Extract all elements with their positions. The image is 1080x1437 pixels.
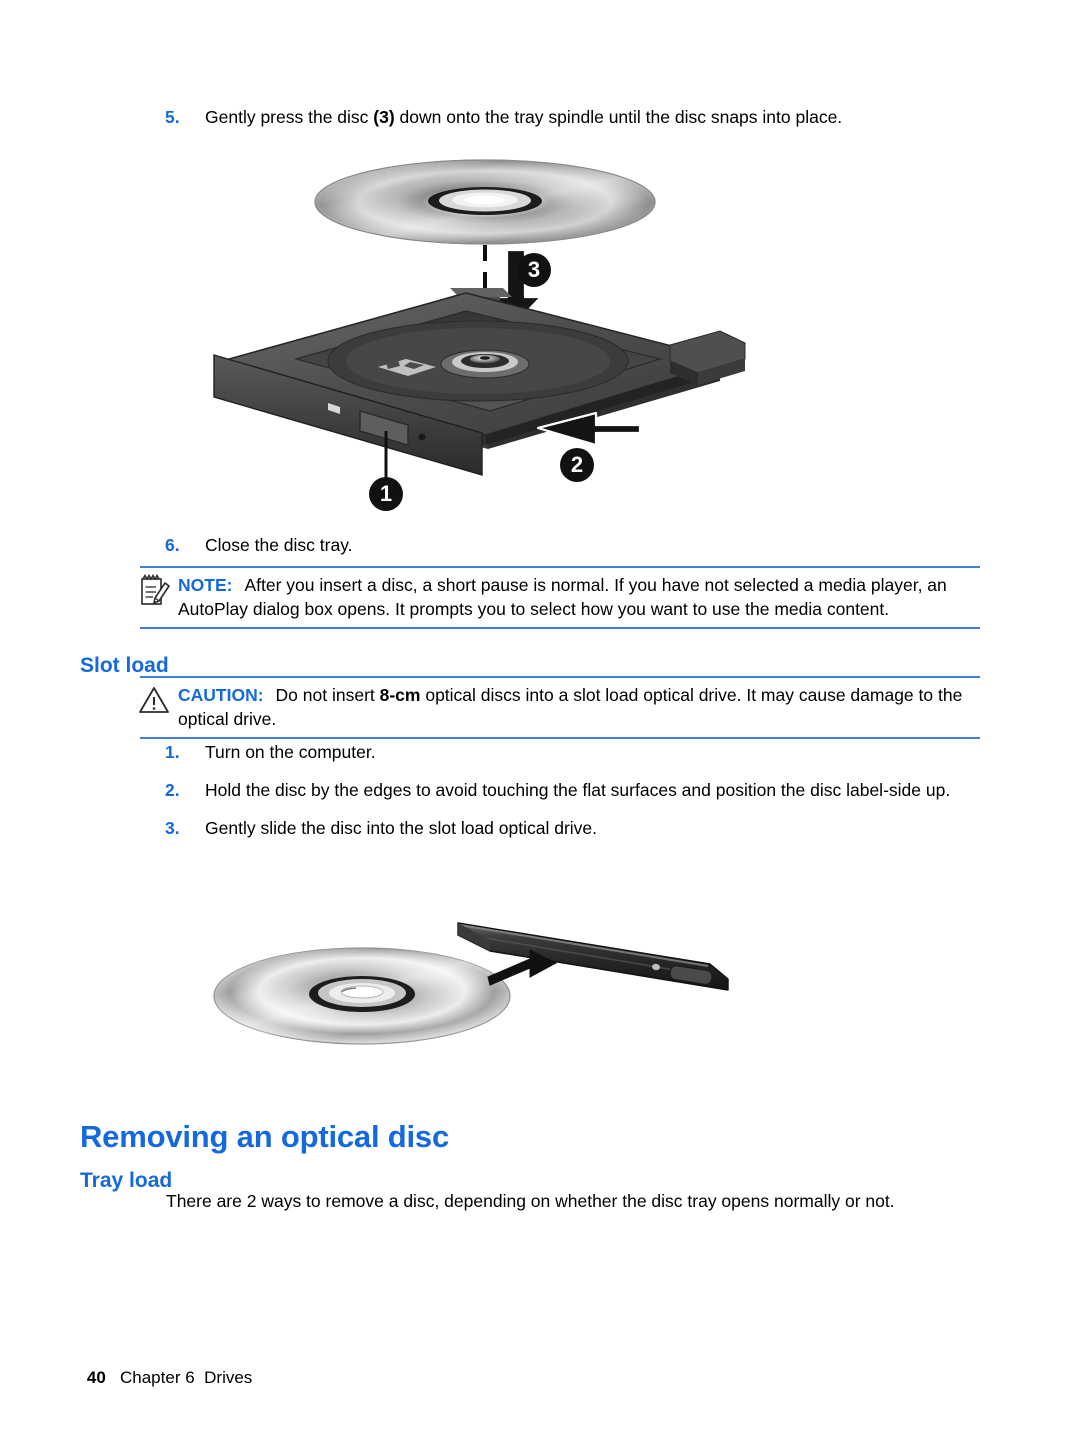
step5-text-after: down onto the tray spindle until the dis… xyxy=(394,107,843,127)
callout-3: 3 xyxy=(517,253,551,287)
list-item-text: Gently press the disc (3) down onto the … xyxy=(205,105,965,129)
list-item-number: 5. xyxy=(165,107,180,127)
list-item-number: 2. xyxy=(165,780,180,800)
list-item-text: Hold the disc by the edges to avoid touc… xyxy=(205,780,951,800)
slot-load-heading: Slot load xyxy=(80,654,169,678)
list-item: 5. Gently press the disc (3) down onto t… xyxy=(165,105,965,129)
list-item: 1. Turn on the computer. xyxy=(165,740,965,764)
note-text: After you insert a disc, a short pause i… xyxy=(178,575,947,619)
callout-1: 1 xyxy=(369,477,403,511)
list-item-number: 6. xyxy=(165,535,180,555)
warning-triangle-icon xyxy=(138,684,172,718)
caution-body: CAUTION: Do not insert 8-cm optical discs… xyxy=(138,683,980,731)
footer-chapter: Chapter 6 xyxy=(120,1368,195,1387)
svg-text:3: 3 xyxy=(528,257,540,282)
note-keyword: NOTE: xyxy=(178,575,233,595)
svg-text:1: 1 xyxy=(380,481,392,506)
page-footer: 40 Chapter 6 Drives xyxy=(68,1348,252,1408)
tray-load-optical-drive-illustration: 1 2 3 xyxy=(200,145,760,515)
drive-rear-tab xyxy=(669,330,746,385)
caution-emphasis: 8-cm xyxy=(379,685,421,705)
tray-load-paragraph: There are 2 ways to remove a disc, depen… xyxy=(166,1191,895,1211)
list-item-text: Turn on the computer. xyxy=(205,742,376,762)
list-item-number: 3. xyxy=(165,818,180,838)
list-item: 3. Gently slide the disc into the slot l… xyxy=(165,816,965,840)
document-page: 5. Gently press the disc (3) down onto t… xyxy=(0,0,1080,1437)
footer-gap-2 xyxy=(195,1368,204,1387)
slot-load-optical-drive-illustration xyxy=(190,880,750,1070)
svg-text:2: 2 xyxy=(571,452,583,477)
note-body: NOTE: After you insert a disc, a short pa… xyxy=(140,573,980,621)
list-item-number: 1. xyxy=(165,742,180,762)
note-admonition: NOTE: After you insert a disc, a short pa… xyxy=(140,566,980,629)
caution-admonition: CAUTION: Do not insert 8-cm optical discs… xyxy=(138,676,980,739)
footer-section: Drives xyxy=(204,1368,253,1387)
caution-keyword: CAUTION: xyxy=(178,685,264,705)
list-item: 6. Close the disc tray. xyxy=(165,533,965,557)
note-pencil-icon xyxy=(138,573,172,608)
optical-disc-top xyxy=(314,159,656,245)
footer-page-number: 40 xyxy=(86,1368,106,1387)
list-item-text: Gently slide the disc into the slot load… xyxy=(205,818,598,838)
optical-disc xyxy=(213,947,511,1045)
footer-gap-1 xyxy=(106,1368,120,1387)
list-item: 2. Hold the disc by the edges to avoid t… xyxy=(165,778,980,802)
step5-text-before: Gently press the disc xyxy=(205,107,374,127)
page-title: Removing an optical disc xyxy=(80,1118,450,1154)
step5-callout-ref: (3) xyxy=(373,107,395,127)
tray-load-heading: Tray load xyxy=(80,1169,173,1193)
callout-2: 2 xyxy=(560,448,594,482)
list-item-text: Close the disc tray. xyxy=(205,535,353,555)
caution-text-before: Do not insert xyxy=(275,685,380,705)
